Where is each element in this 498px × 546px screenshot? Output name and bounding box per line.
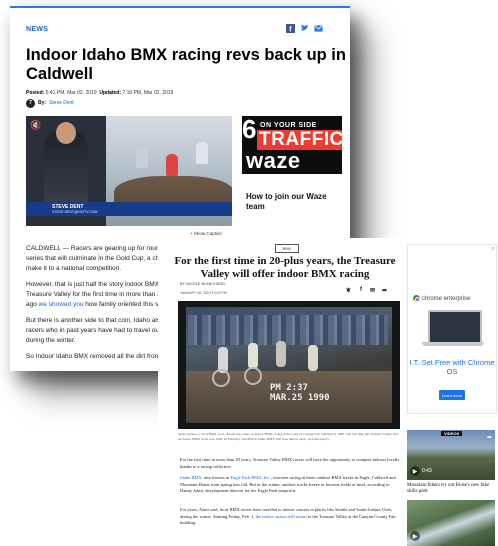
article-card-idaho-statesman: BMX For the first time in 20-plus years,… [158, 238, 498, 546]
byline[interactable]: BY NICOLE BLANCHARD [180, 282, 225, 286]
video-rider [196, 142, 208, 164]
lower-third-email: STEVE.DENT@KIVITV.COM [52, 210, 98, 214]
facebook-icon[interactable]: f [286, 24, 295, 33]
article-paragraph: For years, Adair said, local BMX racers … [180, 507, 400, 527]
email-icon[interactable]: ✉ [370, 287, 375, 294]
show-caption-toggle[interactable]: + Show Caption [190, 231, 222, 236]
photo-timestamp-date: MAR.25 1990 [270, 393, 330, 403]
channel-number: 6 [242, 116, 257, 144]
paragraph-line: So Indoor Idaho BMX removed all the dirt… [26, 353, 168, 360]
author-avatar: 7 [26, 98, 35, 108]
article-paragraph: Idaho BMX, also known as Eagle Park BMX,… [180, 475, 400, 495]
mute-icon[interactable]: 🔇 [30, 120, 42, 132]
top-accent-bar [10, 6, 350, 8]
video-rider [166, 154, 178, 176]
photo-crowd [188, 315, 388, 345]
eagle-park-link[interactable]: Eagle Park BMX, Inc. [231, 475, 271, 480]
photo-rider [276, 341, 286, 367]
idaho-bmx-link[interactable]: Idaho BMX [180, 475, 202, 480]
related-video-title[interactable]: Mountain bikers try out Boise's new bike… [407, 483, 495, 495]
ad-tagline: ON YOUR SIDE [260, 122, 317, 129]
traffic-waze-ad[interactable]: 6 ON YOUR SIDE TRAFFIC waze [242, 116, 342, 174]
indoor-option-link[interactable]: the indoor option will return [256, 514, 307, 519]
email-icon[interactable] [314, 24, 323, 33]
video-anchor-head [56, 122, 76, 144]
video-player[interactable]: STEVE DENT STEVE.DENT@KIVITV.COM 🔇 [26, 116, 232, 226]
photo-caption: Andy Andrea, a local BMX racer, shared t… [178, 432, 398, 441]
photo-rider [308, 345, 318, 371]
videos-label: VIDEOS [441, 431, 463, 436]
paragraph-line: But there is another side to that coin, … [26, 317, 170, 324]
ad-close-icon[interactable]: x [492, 246, 495, 252]
facebook-icon[interactable]: f [360, 287, 362, 293]
photo-wheel [212, 369, 230, 387]
chrome-enterprise-ad[interactable]: x chrome enterprise I.T. Set Free with C… [407, 244, 497, 414]
posted-label: Posted: [26, 90, 45, 96]
paragraph-text: , also known as [201, 475, 231, 480]
related-video-thumbnail[interactable]: VIDEOS ➦ ▶ 0:43 [407, 430, 495, 480]
paragraph-line: Treasure Valley for the first time in mo… [26, 291, 165, 298]
video-rider [136, 146, 148, 168]
author-link[interactable]: Steve Dent [49, 100, 74, 106]
photo-timestamp: PM 2:37 MAR.25 1990 [270, 383, 330, 403]
article-timestamps: Posted: 5:41 PM, Mar 02, 2019 Updated: 7… [26, 90, 173, 96]
by-label: By: [38, 100, 47, 106]
ad-waze-word: waze [246, 148, 301, 173]
photo-wheel [244, 367, 262, 385]
video-duration: 0:43 [422, 468, 432, 474]
paragraph-line: However, that is just half the story ind… [26, 281, 167, 288]
article-headline: For the first time in 20-plus years, the… [174, 255, 396, 280]
play-icon[interactable]: ▶ [410, 466, 420, 476]
learn-more-button[interactable]: Learn more [439, 390, 465, 400]
related-video-thumbnail-2[interactable]: ▶ [407, 500, 495, 546]
article-video-still[interactable]: PM 2:37 MAR.25 1990 [178, 301, 400, 429]
play-icon[interactable]: ▶ [410, 531, 420, 541]
updated-label: Updated: [99, 90, 122, 96]
byline: 7 By: Steve Dent [26, 98, 74, 108]
publish-date: JANUARY 28, 2019 10:02 PM [180, 291, 227, 295]
paragraph-line-with-link: ago we showed you how family oriented th… [26, 301, 170, 308]
twitter-icon[interactable]: ❦ [346, 287, 351, 294]
twitter-icon[interactable] [300, 24, 309, 33]
posted-date: 5:41 PM, Mar 02, 2019 [45, 90, 97, 96]
photo-rider [248, 343, 258, 369]
paragraph-line: racers who in past years have had to tra… [26, 327, 168, 334]
paragraph-line: series that will culminate in the Gold C… [26, 255, 170, 262]
lower-third: STEVE DENT STEVE.DENT@KIVITV.COM [26, 202, 232, 216]
section-badge[interactable]: BMX [275, 244, 299, 253]
laptop-illustration [422, 310, 484, 346]
ad-traffic-word: TRAFFIC [257, 130, 342, 150]
share-icon[interactable]: ➦ [382, 287, 387, 294]
section-label[interactable]: NEWS [26, 26, 48, 33]
ad-headline: I.T. Set Free with Chrome OS [409, 358, 495, 376]
article-paragraph: For the first time in more than 20 years… [180, 457, 400, 469]
paragraph-line: during the winter. [26, 337, 76, 344]
ad-caption-link[interactable]: How to join our Waze team [246, 192, 346, 212]
ad-brand: chrome enterprise [422, 296, 471, 302]
chrome-logo-icon [413, 295, 420, 302]
inline-link[interactable]: we showed you [39, 301, 84, 308]
paragraph-line: CALDWELL — Racers are gearing up for rou… [26, 245, 172, 252]
photo-timestamp-time: PM 2:37 [270, 383, 308, 393]
share-icon[interactable]: ➦ [487, 434, 492, 441]
updated-date: 7:16 PM, Mar 02, 2019 [122, 90, 174, 96]
paragraph-line: make it to a national competition. [26, 265, 122, 272]
article-headline: Indoor Idaho BMX racing revs back up in … [26, 46, 346, 83]
